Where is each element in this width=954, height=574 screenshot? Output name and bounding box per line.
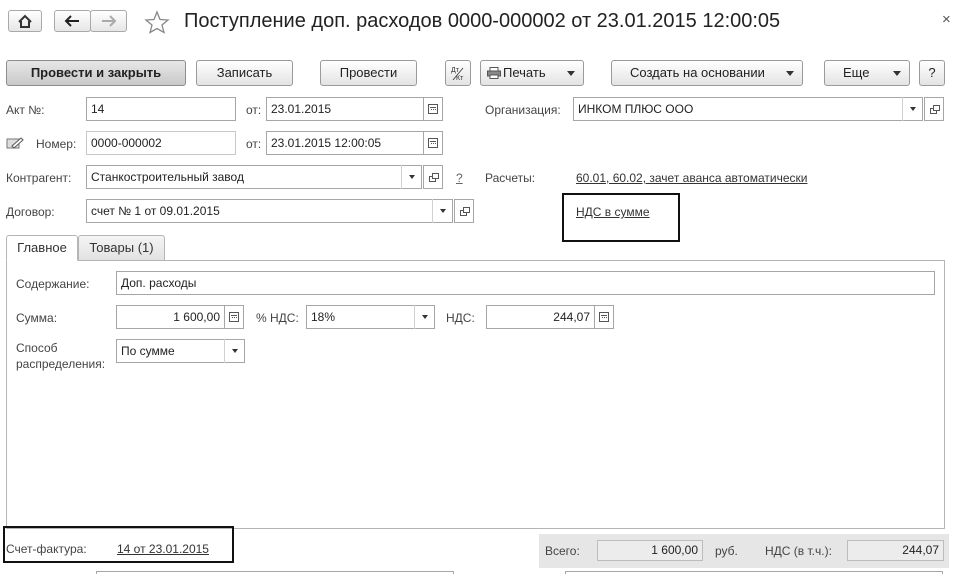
window-title: Поступление доп. расходов 0000-000002 от… [184, 10, 781, 32]
chevron-down-icon [909, 107, 916, 111]
total-label: Всего: [545, 544, 580, 558]
open-icon [929, 105, 940, 114]
counterparty-label: Контрагент: [6, 171, 72, 185]
vat-calculator-button[interactable] [594, 305, 614, 329]
vat-included-label: НДС (в т.ч.): [765, 544, 832, 558]
settlements-link[interactable]: 60.01, 60.02, зачет аванса автоматически [576, 171, 807, 185]
act-date-label: от: [246, 103, 262, 117]
organization-open-button[interactable] [924, 97, 944, 121]
home-button[interactable] [8, 10, 42, 32]
home-icon [18, 14, 32, 28]
print-label: Печать [503, 65, 546, 80]
chevron-down-icon [408, 175, 415, 179]
contract-input[interactable]: счет № 1 от 09.01.2015 [86, 199, 453, 223]
sum-calculator-button[interactable] [224, 305, 244, 329]
dt-kt-icon: Дт Кт [451, 67, 464, 82]
svg-text:Кт: Кт [456, 75, 464, 82]
number-date-input[interactable]: 23.01.2015 12:00:05 [266, 131, 424, 155]
sum-input[interactable]: 1 600,00 [116, 305, 225, 329]
post-button[interactable]: Провести [320, 60, 417, 86]
arrow-left-icon [64, 15, 79, 27]
contract-label: Договор: [6, 205, 55, 219]
arrow-right-icon [102, 15, 117, 27]
vat-included-value: 244,07 [847, 540, 944, 561]
counterparty-dropdown[interactable] [401, 165, 421, 189]
organization-dropdown[interactable] [902, 97, 922, 121]
tab-main[interactable]: Главное [6, 235, 78, 261]
number-date-calendar-button[interactable] [423, 131, 443, 155]
calendar-icon [428, 104, 438, 114]
tab-goods[interactable]: Товары (1) [78, 235, 165, 261]
act-number-input[interactable]: 14 [86, 97, 236, 121]
contract-open-button[interactable] [454, 199, 474, 223]
act-date-calendar-button[interactable] [423, 97, 443, 121]
calculator-icon [229, 312, 239, 322]
chevron-down-icon [893, 71, 901, 76]
counterparty-help-link[interactable]: ? [456, 171, 463, 185]
organization-label: Организация: [485, 103, 561, 117]
organization-input[interactable]: ИНКОМ ПЛЮС ООО [573, 97, 923, 121]
distribution-label-line1: Способ [16, 341, 58, 355]
print-button[interactable]: Печать [480, 60, 584, 86]
create-based-on-label: Создать на основании [630, 65, 765, 80]
content-input[interactable]: Доп. расходы [116, 271, 935, 295]
help-button[interactable]: ? [919, 60, 945, 86]
calendar-icon [428, 138, 438, 148]
chevron-down-icon [786, 71, 794, 76]
close-icon[interactable]: × [942, 11, 951, 28]
calculator-icon [599, 312, 609, 322]
favorite-star-icon[interactable] [144, 10, 170, 34]
settlements-label: Расчеты: [485, 171, 536, 185]
open-icon [428, 173, 439, 182]
counterparty-open-button[interactable] [423, 165, 443, 189]
save-button[interactable]: Записать [196, 60, 293, 86]
back-button[interactable] [54, 10, 91, 32]
number-label: Номер: [36, 137, 77, 151]
vat-rate-label: % НДС: [256, 311, 299, 325]
chevron-down-icon [567, 71, 575, 76]
open-icon [459, 207, 470, 216]
edit-number-icon[interactable] [6, 137, 24, 151]
distribution-label-line2: распределения: [16, 357, 106, 371]
number-date-label: от: [246, 137, 262, 151]
chevron-down-icon [439, 209, 446, 213]
total-value: 1 600,00 [597, 540, 703, 561]
chevron-down-icon [421, 315, 428, 319]
vat-rate-dropdown[interactable] [414, 305, 434, 329]
vat-input[interactable]: 244,07 [486, 305, 595, 329]
distribution-dropdown[interactable] [224, 339, 244, 363]
dt-kt-button[interactable]: Дт Кт [445, 60, 471, 86]
highlight-frame [3, 526, 234, 563]
contract-dropdown[interactable] [432, 199, 452, 223]
forward-button[interactable] [90, 10, 127, 32]
sum-label: Сумма: [16, 311, 58, 325]
more-button[interactable]: Еще [824, 60, 910, 86]
currency-label: руб. [715, 544, 738, 558]
content-label: Содержание: [16, 277, 90, 291]
create-based-on-button[interactable]: Создать на основании [611, 60, 803, 86]
post-and-close-button[interactable]: Провести и закрыть [6, 60, 186, 86]
printer-icon [487, 67, 501, 79]
act-date-input[interactable]: 23.01.2015 [266, 97, 424, 121]
more-label: Еще [843, 65, 870, 80]
counterparty-input[interactable]: Станкостроительный завод [86, 165, 422, 189]
number-input[interactable]: 0000-000002 [86, 131, 236, 155]
chevron-down-icon [231, 349, 238, 353]
act-number-label: Акт №: [6, 103, 45, 117]
highlight-frame [562, 193, 680, 242]
main-tab-panel [6, 260, 945, 529]
vat-label: НДС: [446, 311, 475, 325]
